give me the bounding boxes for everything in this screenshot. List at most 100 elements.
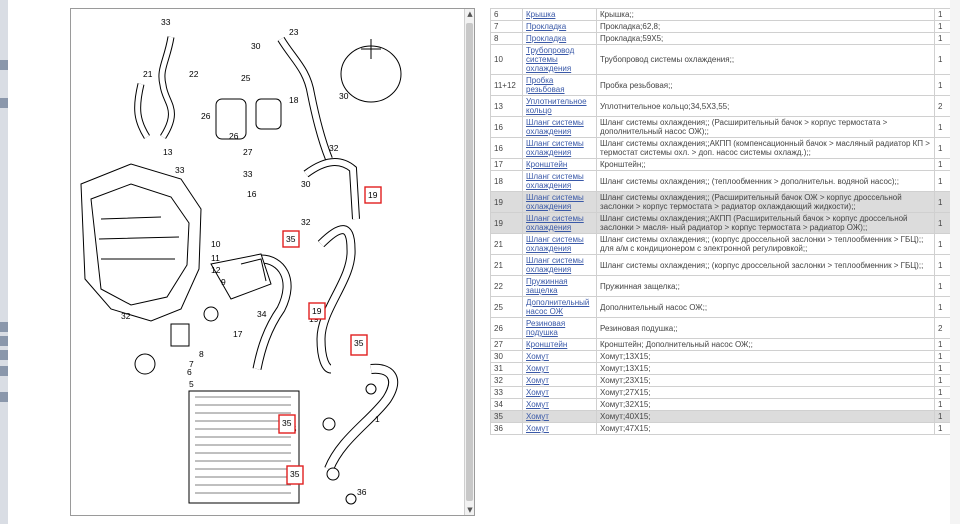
callout-label[interactable]: 22 <box>189 69 199 79</box>
table-row[interactable]: 32 Хомут Хомут;23X15; 1 <box>490 374 960 387</box>
part-link[interactable]: Резиновая подушка <box>526 319 565 337</box>
part-link[interactable]: Хомут <box>526 376 549 385</box>
part-link[interactable]: Шланг системы охлаждения <box>526 214 584 232</box>
callout-label[interactable]: 30 <box>251 41 261 51</box>
callout-label[interactable]: 32 <box>301 217 311 227</box>
table-row[interactable]: 17 Кронштейн Кронштейн;; 1 <box>490 158 960 171</box>
table-row[interactable]: 8 Прокладка Прокладка;59X5; 1 <box>490 32 960 45</box>
callout-label[interactable]: 33 <box>243 169 253 179</box>
toolbar-marker[interactable] <box>0 366 8 376</box>
part-link[interactable]: Хомут <box>526 352 549 361</box>
callout-label[interactable]: 27 <box>243 147 253 157</box>
part-link[interactable]: Шланг системы охлаждения <box>526 172 584 190</box>
toolbar-marker[interactable] <box>0 392 8 402</box>
table-row[interactable]: 6 Крышка Крышка;; 1 <box>490 8 960 21</box>
toolbar-marker[interactable] <box>0 322 8 332</box>
callout-label[interactable]: 32 <box>121 311 131 321</box>
table-row[interactable]: 22 Пружинная защелка Пружинная защелка;; 1 <box>490 275 960 297</box>
callout-label[interactable]: 17 <box>233 329 243 339</box>
page-scrollbar[interactable] <box>950 0 960 524</box>
highlight-box[interactable]: 19 <box>308 302 326 320</box>
part-link[interactable]: Шланг системы охлаждения <box>526 118 584 136</box>
callout-label[interactable]: 36 <box>357 487 367 497</box>
highlight-box[interactable]: 19 <box>364 186 382 204</box>
part-link[interactable]: Трубопровод системы охлаждения <box>526 46 574 73</box>
diagram-scrollbar[interactable]: ▲ ▼ <box>464 9 474 515</box>
callout-label[interactable]: 30 <box>339 91 349 101</box>
table-row[interactable]: 21 Шланг системы охлаждения Шланг системы … <box>490 233 960 255</box>
table-row[interactable]: 30 Хомут Хомут;13X15; 1 <box>490 350 960 363</box>
table-row[interactable]: 13 Уплотнительное кольцо Уплотнительное ко… <box>490 95 960 117</box>
table-row[interactable]: 35 Хомут Хомут;40X15; 1 <box>490 410 960 423</box>
table-row[interactable]: 16 Шланг системы охлаждения Шланг системы … <box>490 137 960 159</box>
scroll-down-icon[interactable]: ▼ <box>465 505 474 515</box>
toolbar-marker[interactable] <box>0 60 8 70</box>
table-row[interactable]: 11+12 Пробка резьбовая Пробка резьбовая;; 1 <box>490 74 960 96</box>
part-link[interactable]: Хомут <box>526 400 549 409</box>
highlight-box[interactable]: 35 <box>282 230 300 248</box>
part-link[interactable]: Шланг системы охлаждения <box>526 256 584 274</box>
callout-label[interactable]: 23 <box>289 27 299 37</box>
table-row[interactable]: 10 Трубопровод системы охлаждения Трубопро… <box>490 44 960 75</box>
callout-label[interactable]: 16 <box>247 189 257 199</box>
callout-label[interactable]: 12 <box>211 265 221 275</box>
scroll-thumb[interactable] <box>466 23 473 501</box>
toolbar-marker[interactable] <box>0 350 8 360</box>
callout-label[interactable]: 13 <box>163 147 173 157</box>
callout-label[interactable]: 8 <box>199 349 204 359</box>
part-link[interactable]: Хомут <box>526 424 549 433</box>
toolbar-marker[interactable] <box>0 336 8 346</box>
part-link[interactable]: Хомут <box>526 388 549 397</box>
row-position: 19 <box>490 212 523 234</box>
table-row[interactable]: 18 Шланг системы охлаждения Шланг системы … <box>490 170 960 192</box>
callout-label[interactable]: 32 <box>329 143 339 153</box>
callout-label[interactable]: 25 <box>241 73 251 83</box>
table-row[interactable]: 31 Хомут Хомут;13X15; 1 <box>490 362 960 375</box>
part-link[interactable]: Пробка резьбовая <box>526 76 565 94</box>
callout-label[interactable]: 26 <box>201 111 211 121</box>
table-row[interactable]: 25 Дополнительный насос ОЖ Дополнительный … <box>490 296 960 318</box>
highlight-box[interactable]: 35 <box>278 414 296 434</box>
part-link[interactable]: Прокладка <box>526 22 566 31</box>
table-row[interactable]: 33 Хомут Хомут;27X15; 1 <box>490 386 960 399</box>
callout-label[interactable]: 9 <box>221 277 226 287</box>
part-link[interactable]: Кронштейн <box>526 160 567 169</box>
part-link[interactable]: Кронштейн <box>526 340 567 349</box>
part-link[interactable]: Прокладка <box>526 34 566 43</box>
part-link[interactable]: Дополнительный насос ОЖ <box>526 298 589 316</box>
table-row[interactable]: 34 Хомут Хомут;32X15; 1 <box>490 398 960 411</box>
callout-label[interactable]: 34 <box>257 309 267 319</box>
callout-label[interactable]: 33 <box>175 165 185 175</box>
part-link[interactable]: Шланг системы охлаждения <box>526 139 584 157</box>
callout-label[interactable]: 6 <box>187 367 192 377</box>
callout-label[interactable]: 10 <box>211 239 221 249</box>
callout-label[interactable]: 33 <box>161 17 171 27</box>
part-link[interactable]: Пружинная защелка <box>526 277 568 295</box>
highlight-box[interactable]: 35 <box>350 334 368 356</box>
part-link[interactable]: Шланг системы охлаждения <box>526 193 584 211</box>
part-link[interactable]: Шланг системы охлаждения <box>526 235 584 253</box>
callout-label[interactable]: 1 <box>375 414 380 424</box>
parts-diagram[interactable]: 3330232122251830262627133333163230193235… <box>70 8 475 516</box>
callout-label[interactable]: 30 <box>301 179 311 189</box>
part-link[interactable]: Хомут <box>526 412 549 421</box>
part-link[interactable]: Крышка <box>526 10 555 19</box>
table-row[interactable]: 36 Хомут Хомут;47X15; 1 <box>490 422 960 435</box>
part-link[interactable]: Хомут <box>526 364 549 373</box>
scroll-up-icon[interactable]: ▲ <box>465 9 474 19</box>
table-row[interactable]: 27 Кронштейн Кронштейн; Дополнительный нас… <box>490 338 960 351</box>
table-row[interactable]: 16 Шланг системы охлаждения Шланг системы … <box>490 116 960 138</box>
callout-label[interactable]: 26 <box>229 131 239 141</box>
callout-label[interactable]: 18 <box>289 95 299 105</box>
table-row[interactable]: 7 Прокладка Прокладка;62,8; 1 <box>490 20 960 33</box>
table-row[interactable]: 19 Шланг системы охлаждения Шланг системы … <box>490 212 960 234</box>
table-row[interactable]: 19 Шланг системы охлаждения Шланг системы … <box>490 191 960 213</box>
callout-label[interactable]: 21 <box>143 69 153 79</box>
part-link[interactable]: Уплотнительное кольцо <box>526 97 587 115</box>
table-row[interactable]: 21 Шланг системы охлаждения Шланг системы … <box>490 254 960 276</box>
highlight-box[interactable]: 35 <box>286 465 304 485</box>
callout-label[interactable]: 5 <box>189 379 194 389</box>
callout-label[interactable]: 11 <box>211 253 220 263</box>
toolbar-marker[interactable] <box>0 98 8 108</box>
table-row[interactable]: 26 Резиновая подушка Резиновая подушка;; 2 <box>490 317 960 339</box>
